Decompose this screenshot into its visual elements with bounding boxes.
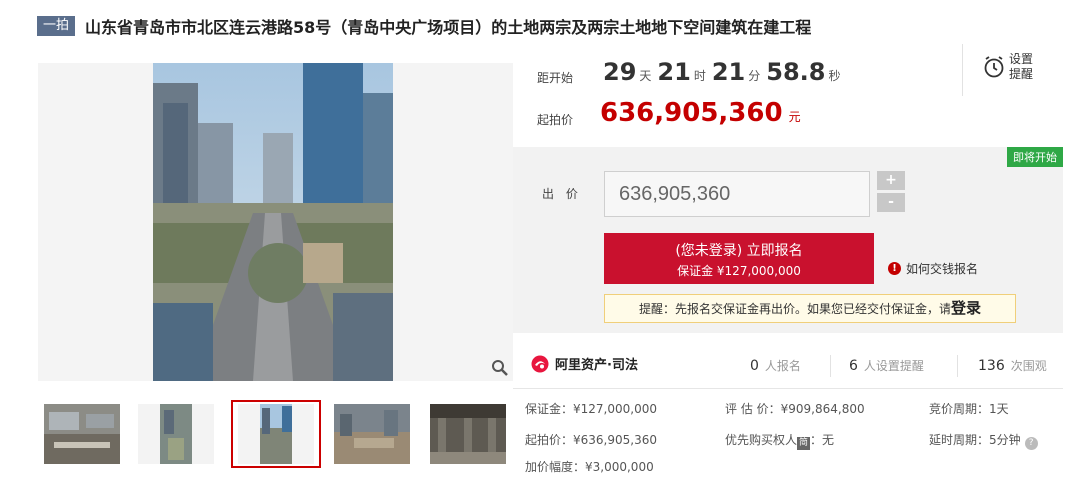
countdown-days-unit: 天 xyxy=(639,69,652,83)
thumbnail[interactable] xyxy=(430,404,506,464)
main-image[interactable] xyxy=(38,63,513,381)
divider xyxy=(957,355,958,377)
appraisal-value: 评 估 价：¥909,864,800 xyxy=(725,402,865,416)
thumbnail[interactable] xyxy=(44,404,120,464)
thumbnail[interactable] xyxy=(334,404,410,464)
set-reminder-button[interactable]: 设置提醒 xyxy=(983,52,1037,82)
divider xyxy=(830,355,831,377)
how-to-pay-label: 如何交钱报名 xyxy=(906,262,979,276)
decrease-bid-button[interactable]: - xyxy=(877,193,905,212)
countdown-label: 距开始 xyxy=(537,71,574,85)
reminder-count-num: 6 xyxy=(849,358,858,374)
view-count: 136 次围观 xyxy=(978,357,1047,374)
ali-assets-logo-icon xyxy=(531,355,549,372)
bid-increment: 加价幅度：¥3,000,000 xyxy=(525,460,654,474)
start-price-label: 起拍价 xyxy=(537,113,574,127)
priority-buyer-value: ：无 xyxy=(810,433,835,447)
signup-button-label: (您未登录) 立即报名 xyxy=(675,243,803,259)
notice-text: 提醒：先报名交保证金再出价。如果您已经交付保证金，请 xyxy=(638,302,951,316)
brand-name: 阿里资产·司法 xyxy=(555,358,638,373)
countdown-seconds-unit: 秒 xyxy=(828,69,841,83)
countdown-hours: 21 xyxy=(657,58,691,86)
countdown-minutes: 21 xyxy=(711,58,746,86)
countdown-seconds: 58.8 xyxy=(766,58,826,86)
login-notice: 提醒：先报名交保证金再出价。如果您已经交付保证金，请登录 xyxy=(604,294,1016,323)
start-price: 636,905,360 元 xyxy=(600,98,801,128)
delay-period: 延时周期：5分钟? xyxy=(929,431,1038,450)
city-aerial-photo xyxy=(153,63,393,381)
bid-label: 出 价 xyxy=(542,187,582,201)
start-price-value: 636,905,360 xyxy=(600,98,783,128)
signup-count-num: 0 xyxy=(750,358,759,374)
detail-start-price: 起拍价：¥636,905,360 xyxy=(525,433,657,447)
how-to-pay-link[interactable]: ! 如何交钱报名 xyxy=(888,260,978,277)
brand[interactable]: 阿里资产·司法 xyxy=(531,354,638,373)
alarm-clock-icon xyxy=(984,56,1004,78)
bid-amount-input[interactable]: 636,905,360 xyxy=(604,171,870,217)
delay-period-text: 延时周期：5分钟 xyxy=(929,433,1021,447)
priority-badge: 简 xyxy=(797,437,811,450)
view-count-label: 次围观 xyxy=(1010,359,1047,373)
info-icon: ! xyxy=(888,262,901,275)
start-price-unit: 元 xyxy=(788,110,801,124)
signup-count-label: 人报名 xyxy=(764,359,801,373)
signup-count: 0 人报名 xyxy=(750,357,801,374)
countdown-timer: 29 天 21 时 21 分 58.8 秒 xyxy=(603,58,847,86)
divider xyxy=(513,388,1063,389)
bid-panel: 即将开始 出 价 636,905,360 + - (您未登录) 立即报名 保证金… xyxy=(513,147,1063,333)
signup-button[interactable]: (您未登录) 立即报名 保证金 ¥127,000,000 xyxy=(604,233,874,284)
status-badge: 即将开始 xyxy=(1007,147,1063,167)
thumbnail[interactable] xyxy=(138,404,214,464)
set-reminder-label: 设置提醒 xyxy=(1009,52,1034,81)
thumbnail-strip xyxy=(38,400,513,468)
countdown-hours-unit: 时 xyxy=(693,69,706,83)
title-row: 一拍 山东省青岛市市北区连云港路58号（青岛中央广场项目）的土地两宗及两宗土地地… xyxy=(37,14,811,38)
increase-bid-button[interactable]: + xyxy=(877,171,905,190)
priority-buyer: 优先购买权人简：无 xyxy=(725,431,834,450)
zoom-icon[interactable] xyxy=(491,359,509,377)
thumbnail-selected[interactable] xyxy=(231,400,321,468)
view-count-num: 136 xyxy=(978,358,1005,374)
deposit-amount: 保证金：¥127,000,000 xyxy=(525,402,657,416)
help-icon[interactable]: ? xyxy=(1024,437,1038,450)
priority-buyer-label: 优先购买权人 xyxy=(725,433,798,447)
bid-period: 竞价周期：1天 xyxy=(929,402,1009,416)
signup-deposit-label: 保证金 ¥127,000,000 xyxy=(677,264,801,278)
countdown-minutes-unit: 分 xyxy=(748,69,761,83)
divider xyxy=(962,44,963,96)
login-link[interactable]: 登录 xyxy=(951,299,981,317)
countdown-days: 29 xyxy=(603,58,637,86)
page-title: 山东省青岛市市北区连云港路58号（青岛中央广场项目）的土地两宗及两宗土地地下空间… xyxy=(85,18,812,37)
reminder-count-label: 人设置提醒 xyxy=(863,359,924,373)
reminder-count: 6 人设置提醒 xyxy=(849,357,924,374)
auction-round-tag: 一拍 xyxy=(37,16,76,36)
